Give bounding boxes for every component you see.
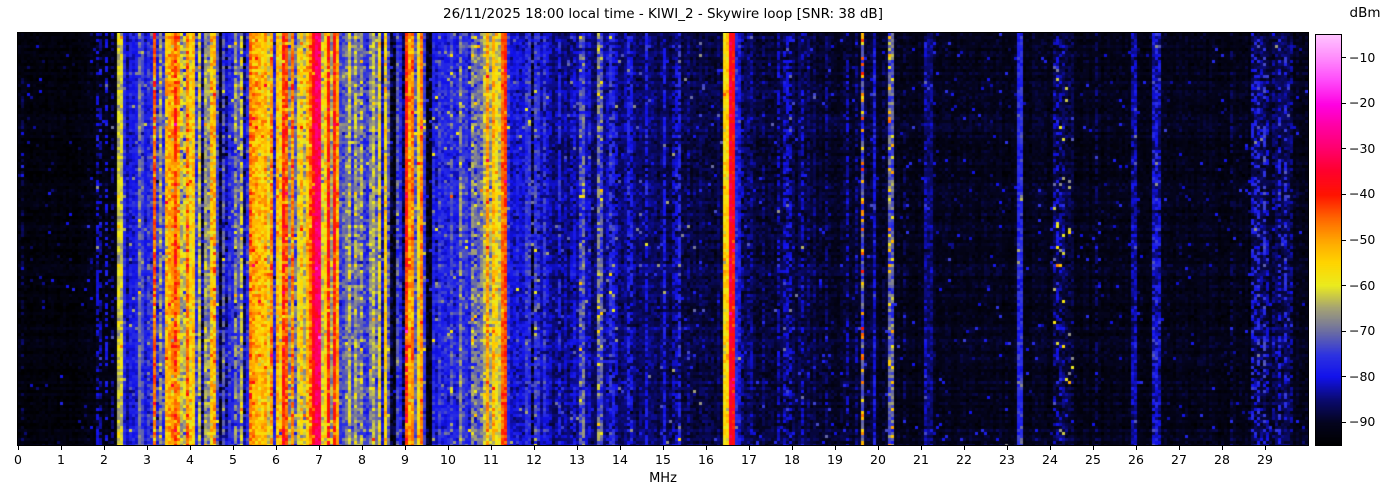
- x-tick-mark: [920, 446, 922, 450]
- x-tick-label: 27: [1171, 452, 1187, 467]
- x-tick-mark: [361, 446, 363, 450]
- x-tick-mark: [447, 446, 449, 450]
- colorbar-tick-mark: [1342, 193, 1346, 195]
- x-tick-label: 21: [913, 452, 929, 467]
- x-tick-label: 20: [870, 452, 886, 467]
- x-tick-label: 8: [358, 452, 366, 467]
- colorbar-tick-mark: [1342, 57, 1346, 59]
- x-tick-mark: [1178, 446, 1180, 450]
- colorbar-tick-mark: [1342, 285, 1346, 287]
- x-tick-label: 23: [999, 452, 1015, 467]
- x-tick-label: 5: [229, 452, 237, 467]
- x-tick-label: 7: [315, 452, 323, 467]
- x-tick-label: 24: [1042, 452, 1058, 467]
- x-tick-mark: [662, 446, 664, 450]
- x-tick-label: 12: [526, 452, 542, 467]
- x-tick-mark: [189, 446, 191, 450]
- x-tick-label: 11: [483, 452, 499, 467]
- x-tick-mark: [17, 446, 19, 450]
- x-tick-label: 1: [57, 452, 65, 467]
- x-tick-label: 25: [1085, 452, 1101, 467]
- colorbar-tick-mark: [1342, 330, 1346, 332]
- x-tick-mark: [748, 446, 750, 450]
- x-tick-mark: [705, 446, 707, 450]
- waterfall-plot-frame: [17, 32, 1309, 446]
- x-tick-mark: [1049, 446, 1051, 450]
- x-tick-label: 2: [100, 452, 108, 467]
- x-tick-label: 10: [440, 452, 456, 467]
- x-tick-mark: [791, 446, 793, 450]
- x-tick-label: 13: [569, 452, 585, 467]
- x-tick-mark: [275, 446, 277, 450]
- x-tick-label: 17: [741, 452, 757, 467]
- x-tick-mark: [404, 446, 406, 450]
- colorbar-tick-mark: [1342, 148, 1346, 150]
- x-tick-mark: [1006, 446, 1008, 450]
- colorbar-tick-label: −60: [1349, 277, 1376, 293]
- x-tick-mark: [1092, 446, 1094, 450]
- colorbar-tick-label: −50: [1349, 232, 1376, 247]
- x-tick-mark: [1135, 446, 1137, 450]
- colorbar-tick-label: −90: [1349, 414, 1376, 430]
- x-tick-mark: [490, 446, 492, 450]
- x-axis-label: MHz: [649, 471, 677, 486]
- colorbar-tick-label: −20: [1349, 95, 1376, 111]
- x-tick-label: 16: [698, 452, 714, 467]
- x-tick-mark: [318, 446, 320, 450]
- colorbar-tick-label: −40: [1349, 186, 1376, 202]
- colorbar-label: dBm: [1349, 5, 1381, 21]
- waterfall-canvas: [18, 33, 1308, 445]
- x-tick-label: 14: [612, 452, 628, 467]
- x-tick-label: 29: [1257, 452, 1273, 467]
- x-tick-label: 6: [272, 452, 280, 467]
- x-tick-label: 0: [14, 452, 22, 467]
- x-tick-label: 22: [956, 452, 972, 467]
- x-tick-label: 9: [401, 452, 409, 467]
- colorbar-frame: [1315, 34, 1342, 446]
- x-tick-label: 18: [784, 452, 800, 467]
- colorbar-tick-label: −30: [1349, 140, 1376, 156]
- x-tick-label: 15: [655, 452, 671, 467]
- x-tick-label: 4: [186, 452, 194, 467]
- x-tick-mark: [103, 446, 105, 450]
- colorbar-tick-label: −70: [1349, 323, 1376, 339]
- x-tick-mark: [576, 446, 578, 450]
- colorbar-tick-label: −80: [1349, 368, 1376, 384]
- colorbar-tick-label: −10: [1349, 49, 1376, 65]
- x-tick-mark: [963, 446, 965, 450]
- x-tick-mark: [60, 446, 62, 450]
- x-tick-mark: [1221, 446, 1223, 450]
- x-tick-mark: [619, 446, 621, 450]
- x-tick-mark: [533, 446, 535, 450]
- x-tick-mark: [1264, 446, 1266, 450]
- spectrogram-figure: 26/11/2025 18:00 local time - KIWI_2 - S…: [0, 0, 1400, 500]
- x-tick-mark: [834, 446, 836, 450]
- x-tick-label: 3: [143, 452, 151, 467]
- x-tick-mark: [877, 446, 879, 450]
- chart-title: 26/11/2025 18:00 local time - KIWI_2 - S…: [443, 6, 883, 22]
- x-tick-label: 19: [827, 452, 843, 467]
- x-tick-label: 26: [1128, 452, 1144, 467]
- colorbar-canvas: [1316, 35, 1341, 445]
- colorbar-tick-mark: [1342, 376, 1346, 378]
- colorbar-tick-mark: [1342, 239, 1346, 241]
- x-tick-mark: [232, 446, 234, 450]
- x-tick-mark: [146, 446, 148, 450]
- x-tick-label: 28: [1214, 452, 1230, 467]
- colorbar-tick-mark: [1342, 102, 1346, 104]
- colorbar-tick-mark: [1342, 421, 1346, 423]
